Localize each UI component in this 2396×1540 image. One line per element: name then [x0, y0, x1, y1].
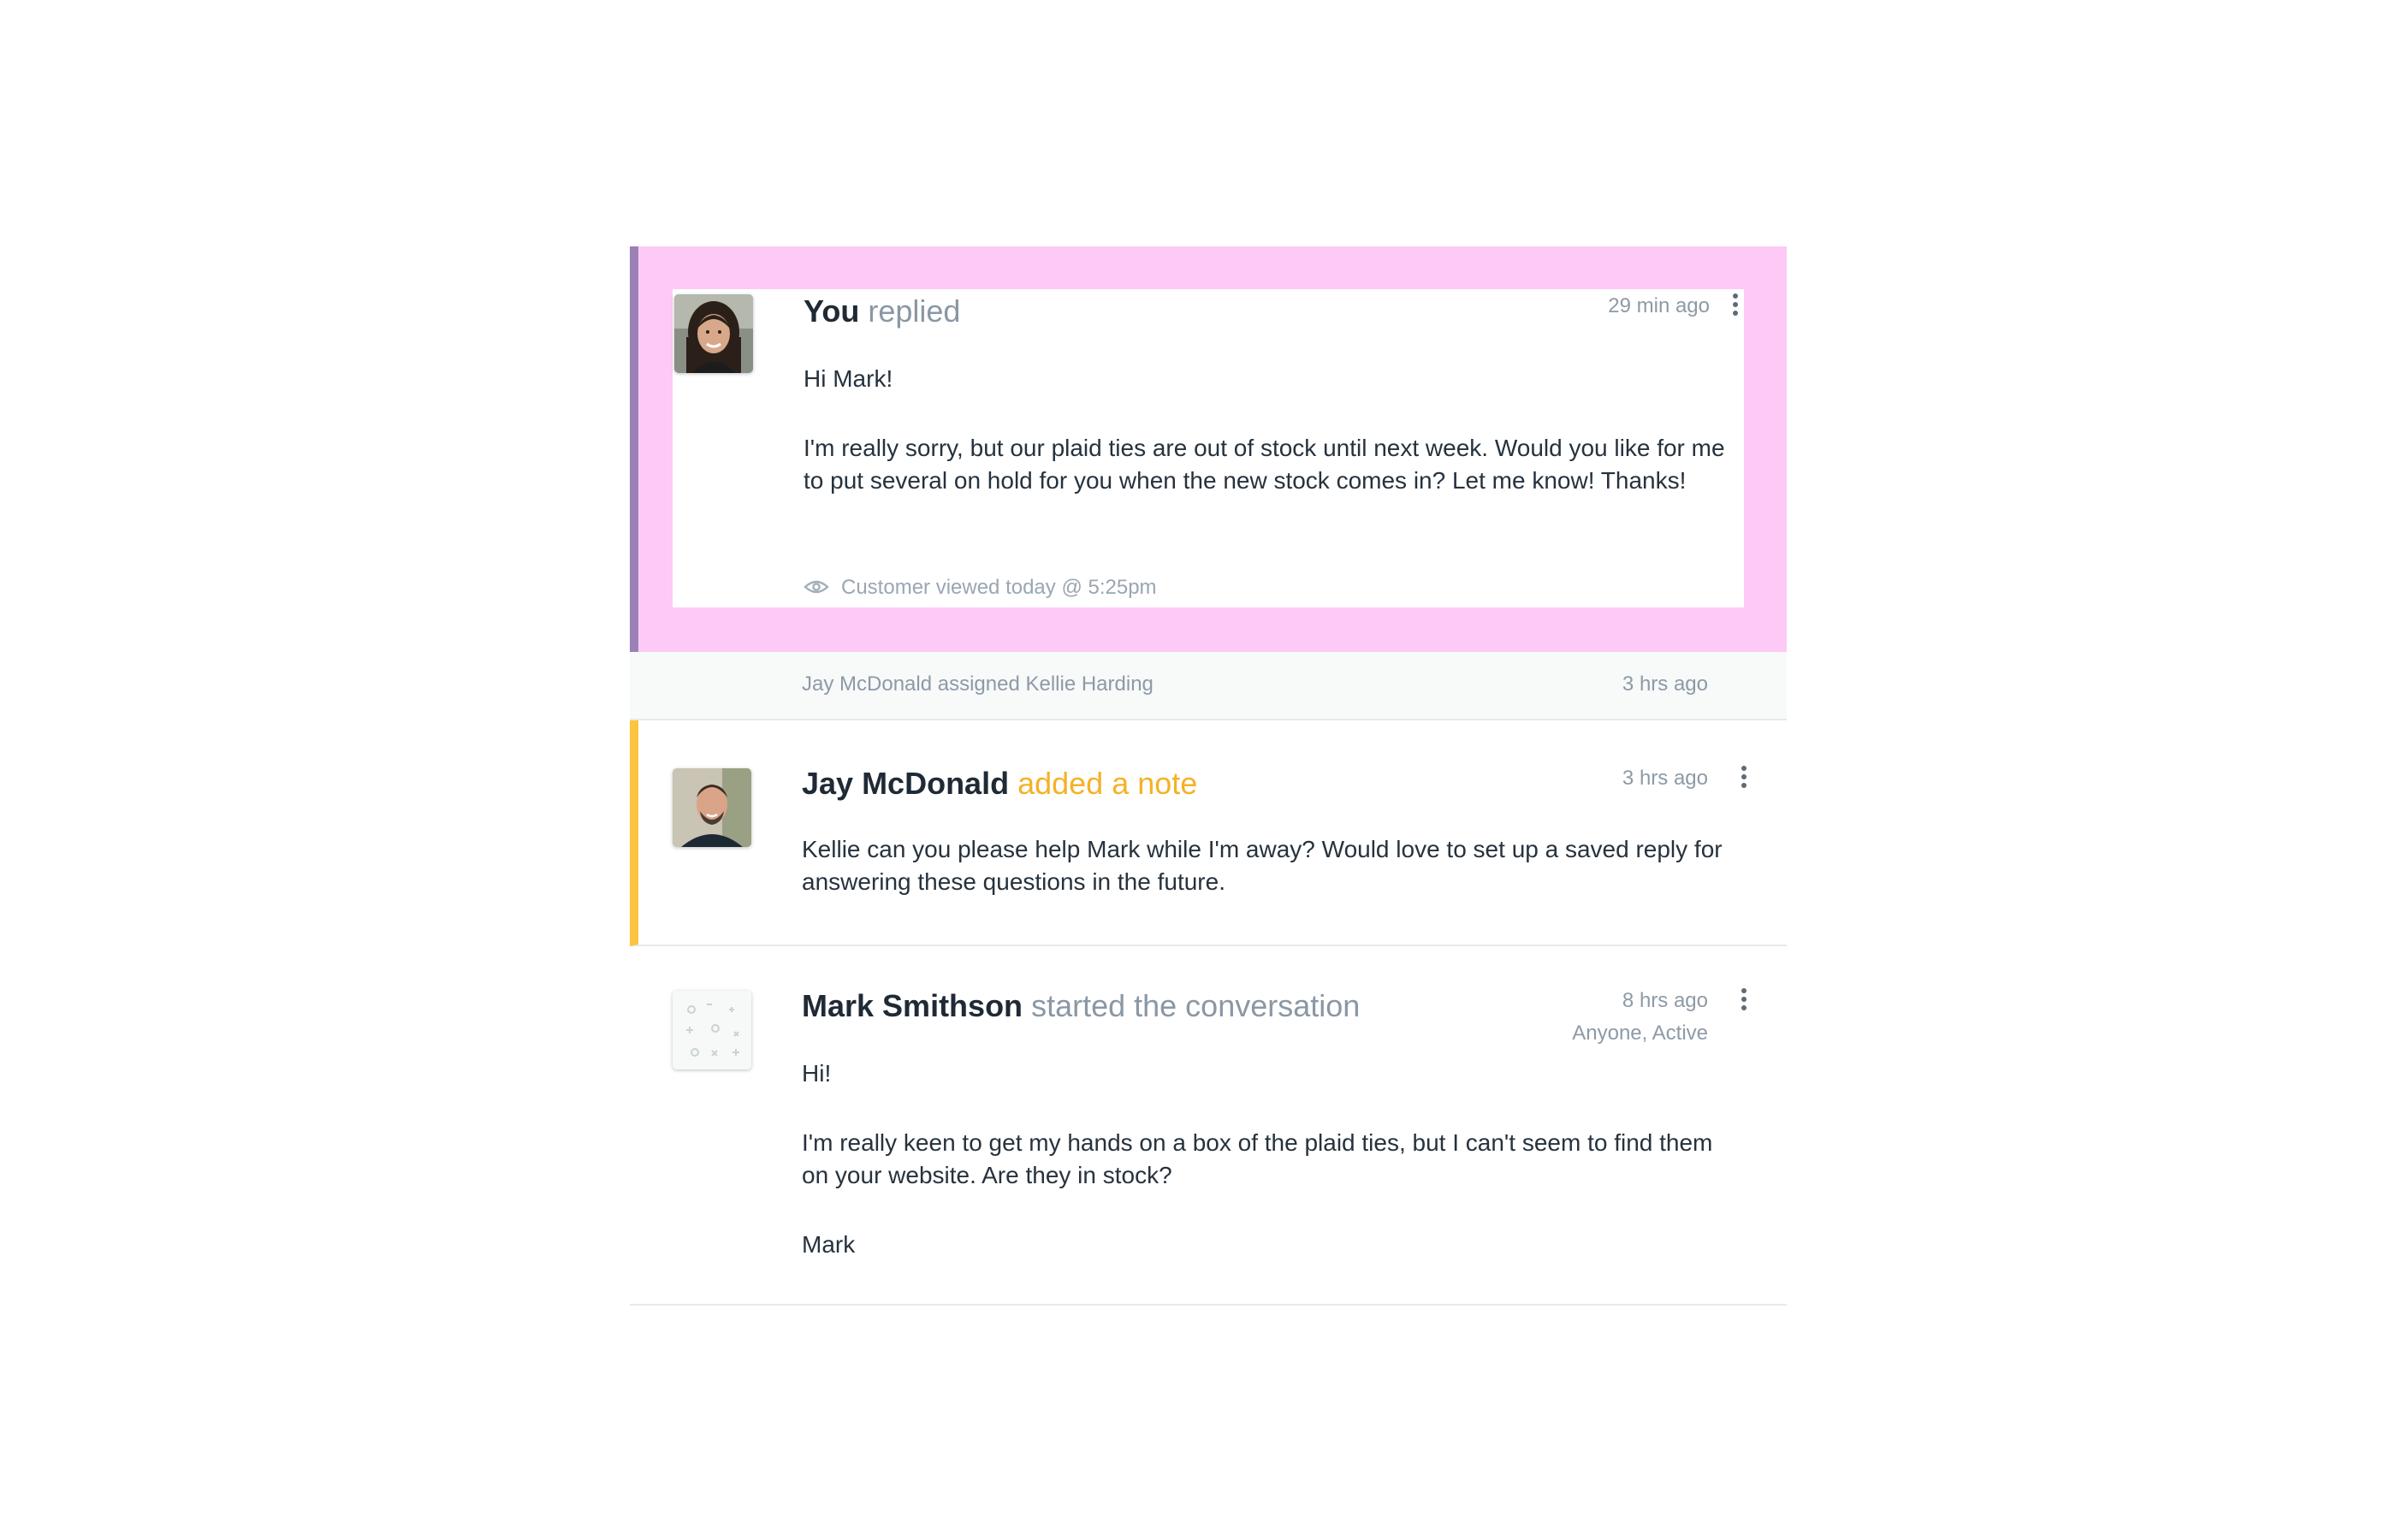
conversation-thread: You replied 29 min ago Hi Mark! I'm real… [630, 246, 1787, 1306]
more-vertical-icon[interactable] [1735, 986, 1753, 1016]
assignment-text: Jay McDonald assigned Kellie Harding [802, 672, 1154, 696]
message-paragraph: Hi! [802, 1060, 832, 1087]
action-label: added a note [1017, 766, 1198, 801]
action-label: started the conversation [1031, 988, 1361, 1023]
viewed-text: Customer viewed today @ 5:25pm [841, 576, 1157, 599]
author-name: Mark Smithson [802, 988, 1023, 1023]
message-paragraph: I'm really keen to get my hands on a box… [802, 1129, 1713, 1188]
avatar[interactable] [674, 294, 753, 373]
note-header: Jay McDonald added a note [802, 765, 1197, 803]
message-paragraph: Mark [802, 1231, 856, 1258]
timestamp: 3 hrs ago [1622, 767, 1708, 790]
message-body: Hi! I'm really keen to get my hands on a… [802, 1057, 1726, 1261]
eye-icon [804, 580, 829, 594]
timestamp: 3 hrs ago [1622, 672, 1708, 696]
timestamp: 8 hrs ago [1622, 989, 1708, 1012]
more-vertical-icon[interactable] [1735, 763, 1753, 794]
reply-card: You replied 29 min ago Hi Mark! I'm real… [673, 289, 1744, 607]
placeholder-avatar-icon [673, 991, 751, 1069]
message-body: Kellie can you please help Mark while I'… [802, 833, 1726, 898]
action-label: replied [868, 293, 961, 329]
message-paragraph: Hi Mark! [804, 365, 893, 392]
message-paragraph: Kellie can you please help Mark while I'… [802, 836, 1723, 895]
more-vertical-icon[interactable] [1727, 291, 1744, 322]
author-name: You [804, 293, 860, 329]
user-avatar-photo [673, 768, 751, 847]
thread-item-start: Mark Smithson started the conversation 8… [630, 946, 1787, 1306]
start-header: Mark Smithson started the conversation [802, 987, 1360, 1025]
message-body: Hi Mark! I'm really sorry, but our plaid… [804, 363, 1728, 497]
avatar[interactable] [673, 768, 751, 847]
conversation-status: Anyone, Active [1572, 1022, 1708, 1045]
timestamp: 29 min ago [1608, 294, 1710, 317]
viewed-status: Customer viewed today @ 5:25pm [804, 574, 1157, 601]
thread-item-assignment: Jay McDonald assigned Kellie Harding 3 h… [630, 652, 1787, 720]
message-paragraph: I'm really sorry, but our plaid ties are… [804, 435, 1725, 494]
avatar[interactable] [673, 991, 751, 1069]
reply-header: You replied [804, 293, 960, 330]
thread-item-note: Jay McDonald added a note 3 hrs ago Kell… [630, 720, 1787, 946]
thread-item-reply: You replied 29 min ago Hi Mark! I'm real… [630, 246, 1787, 652]
author-name: Jay McDonald [802, 766, 1010, 801]
agent-avatar-photo [674, 294, 753, 373]
